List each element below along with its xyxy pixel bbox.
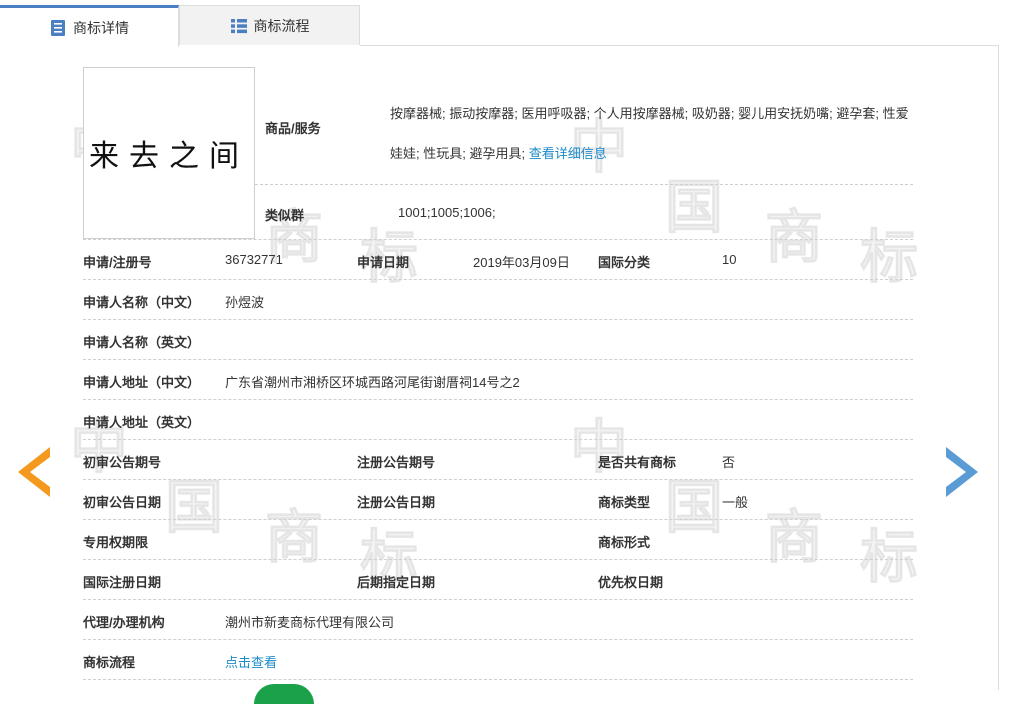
divider [83, 439, 913, 440]
list-icon [230, 17, 248, 35]
panel-border [998, 45, 999, 690]
reg-no-value: 36732771 [225, 252, 283, 267]
agent-label: 代理/办理机构 [83, 615, 165, 630]
tab-details-label: 商标详情 [73, 19, 129, 36]
chevron-right-icon [946, 447, 978, 497]
goods-label: 商品/服务 [265, 121, 321, 136]
address-en-label: 申请人地址（英文） [83, 415, 201, 430]
divider [83, 399, 913, 400]
divider [83, 639, 913, 640]
divider [83, 599, 913, 600]
address-cn-value: 广东省潮州市湘桥区环城西路河尾街谢厝祠14号之2 [225, 375, 520, 390]
divider [83, 359, 913, 360]
divider [83, 559, 913, 560]
chevron-left-icon [18, 447, 50, 497]
tab-divider [360, 45, 999, 46]
goods-text: 按摩器械; 振动按摩器; 医用呼吸器; 个人用按摩器械; 吸奶器; 婴儿用安抚奶… [390, 106, 909, 161]
mark-type-label: 商标类型 [598, 495, 651, 510]
similar-group-label: 类似群 [265, 208, 305, 223]
divider [83, 479, 913, 480]
goods-list: 按摩器械; 振动按摩器; 医用呼吸器; 个人用按摩器械; 吸奶器; 婴儿用安抚奶… [390, 94, 910, 174]
reg-notice-no-label: 注册公告期号 [357, 455, 436, 470]
applicant-en-label: 申请人名称（英文） [83, 335, 201, 350]
prelim-no-label: 初审公告期号 [83, 455, 162, 470]
divider [83, 679, 913, 680]
tab-flow-label: 商标流程 [253, 17, 310, 34]
mark-form-label: 商标形式 [598, 535, 651, 550]
shared-label: 是否共有商标 [598, 455, 677, 470]
prelim-date-label: 初审公告日期 [83, 495, 162, 510]
divider [83, 239, 913, 240]
tab-bar: 商标详情 商标流程 [0, 0, 1011, 47]
reg-notice-date-label: 注册公告日期 [357, 495, 436, 510]
later-date-label: 后期指定日期 [357, 575, 436, 590]
address-cn-label: 申请人地址（中文） [83, 375, 201, 390]
intl-class-label: 国际分类 [598, 255, 651, 270]
apply-date-label: 申请日期 [357, 255, 410, 270]
view-details-link[interactable]: 查看详细信息 [529, 146, 607, 161]
applicant-cn-value: 孙煜波 [225, 295, 265, 310]
next-button[interactable] [944, 447, 978, 500]
seal-image [254, 684, 314, 704]
document-list-icon [49, 19, 67, 37]
reg-no-label: 申请/注册号 [83, 255, 152, 270]
view-flow-link[interactable]: 点击查看 [225, 652, 277, 671]
divider [255, 184, 913, 185]
intl-class-value: 10 [722, 252, 737, 267]
mark-type-value: 一般 [722, 495, 749, 510]
agent-value: 潮州市新麦商标代理有限公司 [225, 615, 395, 630]
divider [83, 319, 913, 320]
priority-date-label: 优先权日期 [598, 575, 664, 590]
shared-value: 否 [722, 455, 736, 470]
tab-flow[interactable]: 商标流程 [179, 5, 360, 45]
trademark-logo-text: 来去之间 [89, 139, 249, 174]
exclusive-period-label: 专用权期限 [83, 535, 149, 550]
divider [83, 519, 913, 520]
prev-button[interactable] [18, 447, 52, 500]
flow-label: 商标流程 [83, 655, 136, 670]
trademark-image: 来去之间 [83, 67, 255, 239]
divider [83, 279, 913, 280]
tab-details[interactable]: 商标详情 [0, 5, 179, 47]
applicant-cn-label: 申请人名称（中文） [83, 295, 201, 310]
intl-reg-date-label: 国际注册日期 [83, 575, 162, 590]
similar-group-value: 1001;1005;1006; [398, 205, 496, 220]
apply-date-value: 2019年03月09日 [473, 255, 570, 270]
